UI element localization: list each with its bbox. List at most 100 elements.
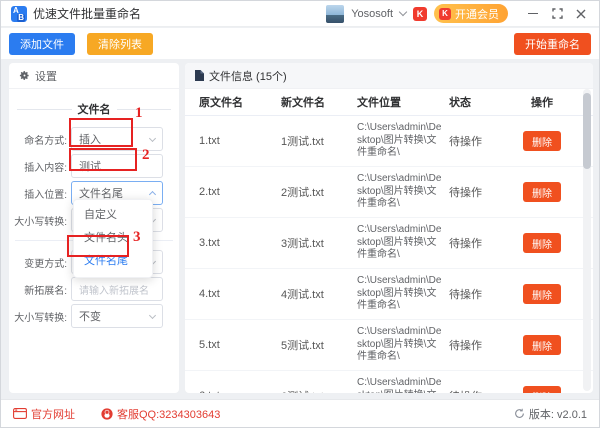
qq-support-link[interactable]: 客服QQ:3234303643 xyxy=(101,406,220,422)
file-info-header-label: 文件信息 (15个) xyxy=(209,68,287,84)
table-row: 5.txt 5测试.txt C:\Users\admin\Desktop\图片转… xyxy=(185,320,593,371)
cell-original-name: 2.txt xyxy=(199,186,281,198)
official-site-label: 官方网址 xyxy=(31,406,75,422)
insert-content-label: 插入内容: xyxy=(9,159,71,174)
browser-icon xyxy=(13,408,27,419)
cell-original-name: 3.txt xyxy=(199,237,281,249)
close-icon xyxy=(576,9,586,19)
annotation-box-3 xyxy=(67,235,129,257)
cell-status: 待操作 xyxy=(449,388,509,393)
file-table-body: 1.txt 1测试.txt C:\Users\admin\Desktop\图片转… xyxy=(185,116,593,393)
settings-header-label: 设置 xyxy=(35,68,57,84)
delete-button[interactable]: 删除 xyxy=(523,386,561,393)
close-button[interactable] xyxy=(571,4,591,24)
gear-icon xyxy=(19,70,30,81)
cell-file-location: C:\Users\admin\Desktop\图片转换\文件重命名\ xyxy=(357,322,443,368)
cell-file-location: C:\Users\admin\Desktop\图片转换\文件重命名\ xyxy=(357,220,443,266)
maximize-icon xyxy=(552,8,563,19)
naming-method-label: 命名方式: xyxy=(9,132,71,147)
version-label: 版本: v2.0.1 xyxy=(529,406,587,422)
cell-new-name: 5测试.txt xyxy=(281,337,357,353)
cell-original-name: 5.txt xyxy=(199,339,281,351)
new-extension-label: 新拓展名: xyxy=(9,282,71,297)
annotation-number-2: 2 xyxy=(142,147,150,164)
chevron-down-icon[interactable] xyxy=(399,8,407,16)
insert-position-label: 插入位置: xyxy=(9,186,71,201)
col-location: 文件位置 xyxy=(357,94,449,110)
delete-button[interactable]: 删除 xyxy=(523,131,561,151)
official-site-link[interactable]: 官方网址 xyxy=(13,406,75,422)
minimize-button[interactable] xyxy=(523,4,543,24)
version-info[interactable]: 版本: v2.0.1 xyxy=(514,406,587,422)
window-title: 优速文件批量重命名 xyxy=(33,5,141,22)
vip-icon: K xyxy=(439,8,451,20)
document-icon xyxy=(195,70,204,81)
refresh-icon xyxy=(514,408,525,419)
clear-list-button[interactable]: 清除列表 xyxy=(87,33,153,55)
vip-level-icon: K xyxy=(413,7,427,21)
cell-status: 待操作 xyxy=(449,286,509,302)
change-method-label: 变更方式: xyxy=(9,255,71,270)
filename-section-title: 文件名 xyxy=(17,101,171,117)
chevron-down-icon xyxy=(149,311,156,318)
annotation-box-2 xyxy=(69,148,137,171)
maximize-button[interactable] xyxy=(547,4,567,24)
cell-original-name: 4.txt xyxy=(199,288,281,300)
scrollbar-thumb[interactable] xyxy=(583,93,591,169)
case-convert-bottom-label: 大小写转换: xyxy=(9,309,71,324)
annotation-box-1 xyxy=(69,118,133,147)
table-row: 2.txt 2测试.txt C:\Users\admin\Desktop\图片转… xyxy=(185,167,593,218)
cell-new-name: 4测试.txt xyxy=(281,286,357,302)
minimize-icon xyxy=(528,13,538,14)
cell-new-name: 1测试.txt xyxy=(281,133,357,149)
add-files-button[interactable]: 添加文件 xyxy=(9,33,75,55)
col-operation: 操作 xyxy=(509,94,593,110)
qq-icon xyxy=(101,408,113,420)
cell-status: 待操作 xyxy=(449,133,509,149)
open-membership-button[interactable]: K 开通会员 xyxy=(434,4,508,23)
table-header: 原文件名 新文件名 文件位置 状态 操作 xyxy=(185,89,593,116)
toolbar: 添加文件 清除列表 开始重命名 xyxy=(1,28,599,59)
file-info-panel: 文件信息 (15个) 原文件名 新文件名 文件位置 状态 操作 1.txt 1测… xyxy=(185,63,593,393)
user-avatar[interactable] xyxy=(326,5,344,23)
col-new-name: 新文件名 xyxy=(281,94,357,110)
title-bar: AB 优速文件批量重命名 Yososoft K K 开通会员 xyxy=(1,1,599,27)
table-row: 3.txt 3测试.txt C:\Users\admin\Desktop\图片转… xyxy=(185,218,593,269)
cell-original-name: 1.txt xyxy=(199,135,281,147)
cell-new-name: 6测试.txt xyxy=(281,388,357,393)
annotation-number-3: 3 xyxy=(133,229,141,246)
cell-file-location: C:\Users\admin\Desktop\图片转换\文件重命名\ xyxy=(357,271,443,317)
new-extension-input[interactable]: 请输入新拓展名 xyxy=(71,277,163,301)
cell-new-name: 3测试.txt xyxy=(281,235,357,251)
cell-file-location: C:\Users\admin\Desktop\图片转换\文件重命名\ xyxy=(357,169,443,215)
start-rename-button[interactable]: 开始重命名 xyxy=(514,33,591,55)
cell-file-location: C:\Users\admin\Desktop\图片转换\文件重命名\ xyxy=(357,118,443,164)
dropdown-option[interactable]: 自定义 xyxy=(74,204,152,227)
cell-original-name: 6.txt xyxy=(199,390,281,393)
case-convert-label: 大小写转换: xyxy=(9,213,71,228)
settings-panel: 设置 文件名 命名方式: 插入 插入内容: 测试 插入位置: 文件名尾 大小写转… xyxy=(9,63,179,393)
cell-file-location: C:\Users\admin\Desktop\图片转换\文件重命名\ xyxy=(357,373,443,393)
delete-button[interactable]: 删除 xyxy=(523,335,561,355)
user-name[interactable]: Yososoft xyxy=(351,8,393,20)
cell-status: 待操作 xyxy=(449,184,509,200)
annotation-number-1: 1 xyxy=(135,105,143,122)
col-original-name: 原文件名 xyxy=(199,94,281,110)
qq-support-label: 客服QQ:3234303643 xyxy=(117,406,220,422)
table-row: 1.txt 1测试.txt C:\Users\admin\Desktop\图片转… xyxy=(185,116,593,167)
table-row: 6.txt 6测试.txt C:\Users\admin\Desktop\图片转… xyxy=(185,371,593,393)
delete-button[interactable]: 删除 xyxy=(523,233,561,253)
chevron-down-icon xyxy=(149,134,156,141)
scrollbar-track[interactable] xyxy=(583,89,591,391)
cell-new-name: 2测试.txt xyxy=(281,184,357,200)
cell-status: 待操作 xyxy=(449,337,509,353)
case-convert-bottom-select[interactable]: 不变 xyxy=(71,304,163,328)
table-row: 4.txt 4测试.txt C:\Users\admin\Desktop\图片转… xyxy=(185,269,593,320)
app-window: AB 优速文件批量重命名 Yososoft K K 开通会员 xyxy=(0,0,600,428)
delete-button[interactable]: 删除 xyxy=(523,284,561,304)
delete-button[interactable]: 删除 xyxy=(523,182,561,202)
status-bar: 官方网址 客服QQ:3234303643 版本: v2.0.1 xyxy=(1,399,599,427)
chevron-up-icon xyxy=(149,191,156,198)
app-logo-icon: AB xyxy=(11,6,27,22)
col-status: 状态 xyxy=(449,94,509,110)
